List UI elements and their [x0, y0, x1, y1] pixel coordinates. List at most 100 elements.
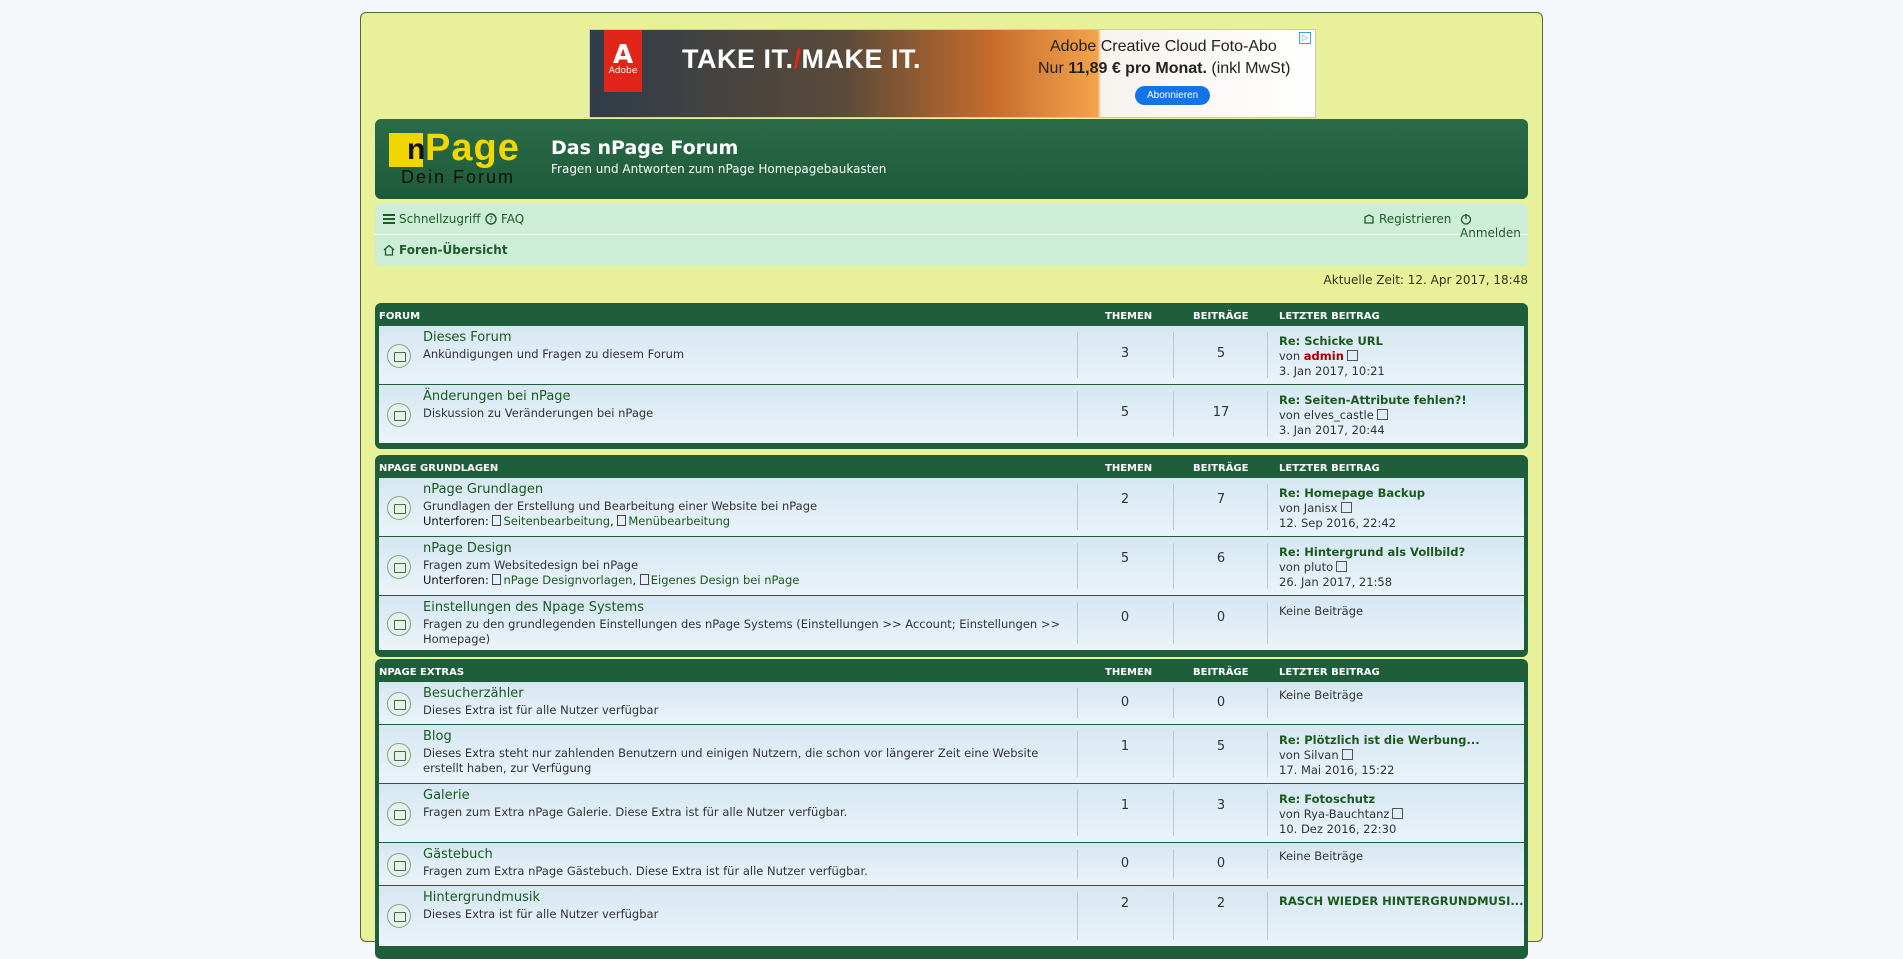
last-post-link[interactable]: RASCH WIEDER HINTERGRUNDMUSI...	[1279, 894, 1524, 909]
last-post: RASCH WIEDER HINTERGRUNDMUSI...	[1279, 894, 1524, 909]
no-posts: Keine Beiträge	[1279, 688, 1364, 702]
topic-count: 0	[1120, 695, 1130, 710]
forum-desc: Grundlagen der Erstellung und Bearbeitun…	[423, 499, 818, 513]
topic-count: 0	[1120, 610, 1130, 625]
subforum-link[interactable]: Eigenes Design bei nPage	[651, 573, 800, 587]
forum-row: Galerie Fragen zum Extra nPage Galerie. …	[379, 784, 1524, 843]
forum-title[interactable]: Dieses Forum	[423, 330, 512, 345]
quick-access-menu[interactable]: Schnellzugriff	[383, 212, 481, 226]
forum-title[interactable]: Änderungen bei nPage	[423, 389, 571, 404]
last-post: Re: Seiten-Attribute fehlen?! von elves_…	[1279, 393, 1467, 437]
last-post-link[interactable]: Re: Plötzlich ist die Werbung...	[1279, 733, 1480, 748]
view-post-icon[interactable]	[1392, 808, 1404, 819]
forum-title[interactable]: Besucherzähler	[423, 686, 524, 701]
last-post-author[interactable]: admin	[1304, 349, 1344, 363]
adchoices-icon[interactable]: ▷	[1299, 32, 1311, 44]
forum-row: nPage Design Fragen zum Websitedesign be…	[379, 537, 1524, 596]
forum-title[interactable]: Hintergrundmusik	[423, 890, 540, 905]
last-post: Re: Fotoschutz von Rya-Bauchtanz 10. Dez…	[1279, 792, 1404, 837]
site-logo[interactable]: n Page Dein Forum	[389, 127, 521, 187]
forum-row: Änderungen bei nPage Diskussion zu Verän…	[379, 385, 1524, 443]
subforum-link[interactable]: nPage Designvorlagen	[503, 573, 632, 587]
forum-read-icon	[387, 344, 411, 368]
last-post-author[interactable]: Rya-Bauchtanz	[1304, 807, 1390, 821]
topic-count: 2	[1120, 896, 1130, 911]
subforum-icon	[617, 515, 627, 526]
forum-desc: Diskussion zu Veränderungen bei nPage	[423, 406, 654, 420]
forum-title[interactable]: Gästebuch	[423, 847, 493, 862]
last-post-link[interactable]: Re: Seiten-Attribute fehlen?!	[1279, 393, 1467, 408]
register-link[interactable]: Registrieren	[1363, 212, 1451, 226]
col-topics: THEMEN	[1105, 311, 1153, 322]
register-icon	[1364, 214, 1374, 224]
forum-title[interactable]: Einstellungen des Npage Systems	[423, 600, 644, 615]
last-post: Re: Homepage Backup von Janisx 12. Sep 2…	[1279, 486, 1426, 530]
forum-row: nPage Grundlagen Grundlagen der Erstellu…	[379, 478, 1524, 537]
hamburger-icon	[383, 214, 395, 224]
forum-desc: Fragen zum Websitedesign bei nPage	[423, 558, 639, 572]
subforum-link[interactable]: Seitenbearbeitung	[503, 514, 610, 528]
post-count: 5	[1216, 739, 1226, 754]
ad-banner[interactable]: A Adobe TAKE IT./MAKE IT. Adobe Creative …	[589, 29, 1316, 118]
ad-line1: Adobe Creative Cloud Foto-Abo	[1050, 38, 1277, 55]
site-title[interactable]: Das nPage Forum	[551, 137, 738, 159]
last-post-author[interactable]: pluto	[1304, 560, 1333, 574]
login-link[interactable]: Anmelden	[1460, 212, 1528, 240]
post-count: 2	[1216, 896, 1226, 911]
view-post-icon[interactable]	[1341, 749, 1353, 760]
forum-row: Hintergrundmusik Dieses Extra ist für al…	[379, 886, 1524, 946]
ad-headline: TAKE IT./MAKE IT.	[682, 44, 922, 74]
topic-count: 1	[1120, 798, 1130, 813]
forum-subforum-icon	[387, 496, 411, 520]
forum-read-icon	[387, 853, 411, 877]
forum-desc: Dieses Extra ist für alle Nutzer verfügb…	[423, 907, 659, 921]
col-posts: BEITRÄGE	[1193, 463, 1249, 474]
post-count: 5	[1216, 346, 1226, 361]
forum-row: Dieses Forum Ankündigungen und Fragen zu…	[379, 326, 1524, 385]
last-post-link[interactable]: Re: Fotoschutz	[1279, 792, 1403, 807]
topic-count: 5	[1120, 405, 1130, 420]
topic-count: 3	[1120, 346, 1130, 361]
forum-read-icon	[387, 612, 411, 636]
col-posts: BEITRÄGE	[1193, 667, 1249, 678]
category-forum: FORUM THEMEN BEITRÄGE LETZTER BEITRAG Di…	[375, 303, 1528, 449]
forum-title[interactable]: nPage Design	[423, 541, 512, 556]
last-post-author[interactable]: elves_castle	[1304, 408, 1374, 422]
last-post-link[interactable]: Re: Homepage Backup	[1279, 486, 1425, 501]
last-post: Re: Schicke URL von admin 3. Jan 2017, 1…	[1279, 334, 1385, 378]
category-title[interactable]: FORUM	[379, 311, 420, 322]
forum-desc: Dieses Extra ist für alle Nutzer verfügb…	[423, 703, 659, 717]
forum-subforum-icon	[387, 555, 411, 579]
subforum-icon	[492, 574, 502, 585]
forum-title[interactable]: Galerie	[423, 788, 470, 803]
post-count: 3	[1216, 798, 1226, 813]
last-post-date: 12. Sep 2016, 22:42	[1279, 516, 1396, 530]
forum-desc: Fragen zum Extra nPage Gästebuch. Diese …	[423, 864, 868, 878]
faq-link[interactable]: ? FAQ	[485, 212, 524, 226]
category-title[interactable]: NPAGE EXTRAS	[379, 667, 464, 678]
last-post-link[interactable]: Re: Schicke URL	[1279, 334, 1385, 349]
view-post-icon[interactable]	[1346, 350, 1358, 361]
post-count: 0	[1216, 856, 1226, 871]
svg-text:?: ?	[489, 215, 493, 224]
forum-read-icon	[387, 403, 411, 427]
subforum-icon	[639, 574, 649, 585]
view-post-icon[interactable]	[1376, 409, 1388, 420]
forum-title[interactable]: Blog	[423, 729, 452, 744]
col-posts: BEITRÄGE	[1193, 311, 1249, 322]
breadcrumb-home[interactable]: Foren-Übersicht	[383, 243, 508, 257]
view-post-icon[interactable]	[1336, 561, 1348, 572]
ad-subscribe-button[interactable]: Abonnieren	[1135, 86, 1211, 105]
last-post-link[interactable]: Re: Hintergrund als Vollbild?	[1279, 545, 1465, 560]
forum-title[interactable]: nPage Grundlagen	[423, 482, 543, 497]
forum-read-icon	[387, 802, 411, 826]
subforum-link[interactable]: Menübearbeitung	[628, 514, 730, 528]
post-count: 0	[1216, 610, 1226, 625]
post-count: 0	[1216, 695, 1226, 710]
last-post-author[interactable]: Janisx	[1304, 501, 1338, 515]
topic-count: 2	[1120, 492, 1130, 507]
category-title[interactable]: NPAGE GRUNDLAGEN	[379, 463, 498, 474]
last-post-author[interactable]: Silvan	[1304, 748, 1339, 762]
view-post-icon[interactable]	[1340, 502, 1352, 513]
post-count: 7	[1216, 492, 1226, 507]
